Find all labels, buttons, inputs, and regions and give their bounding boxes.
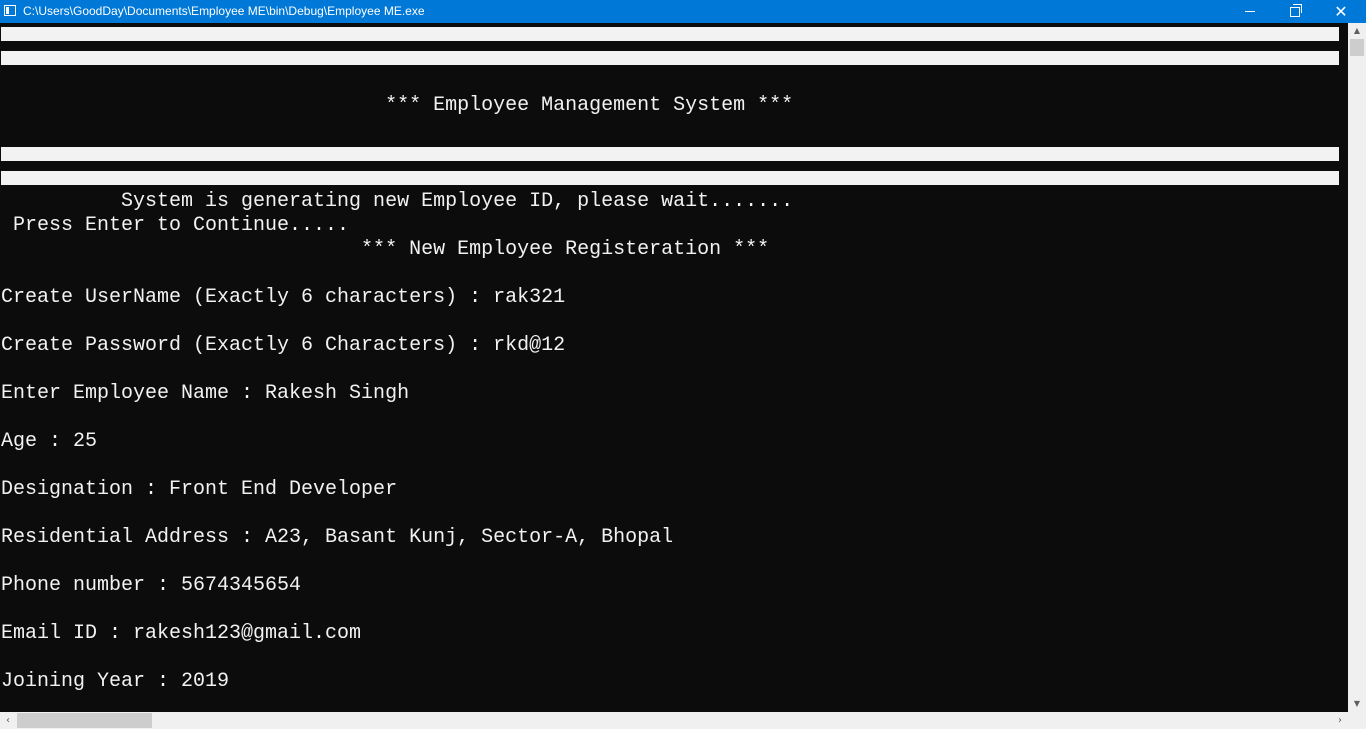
scroll-down-icon[interactable]: ▼: [1348, 696, 1366, 710]
password-line: Create Password (Exactly 6 Characters) :…: [1, 334, 566, 357]
scroll-left-icon[interactable]: ‹: [0, 712, 16, 729]
employee-name-line: Enter Employee Name : Rakesh Singh: [1, 382, 410, 405]
email-line: Email ID : rakesh123@gmail.com: [1, 622, 362, 645]
header-title: *** Employee Management System ***: [1, 94, 794, 117]
phone-line: Phone number : 5674345654: [1, 574, 302, 597]
username-line: Create UserName (Exactly 6 characters) :…: [1, 286, 566, 309]
joining-year-line: Joining Year : 2019: [1, 670, 230, 693]
separator-band: [1, 51, 1339, 65]
horizontal-scrollbar[interactable]: ‹ ›: [0, 712, 1348, 729]
close-button[interactable]: ✕: [1318, 0, 1364, 23]
console-output[interactable]: *** Employee Management System *** Syste…: [0, 23, 1340, 712]
designation-line: Designation : Front End Developer: [1, 478, 398, 501]
registration-title: *** New Employee Registeration ***: [1, 238, 770, 261]
restore-button[interactable]: [1272, 0, 1318, 23]
separator-band: [1, 147, 1339, 161]
generating-message: System is generating new Employee ID, pl…: [1, 190, 794, 213]
address-line: Residential Address : A23, Basant Kunj, …: [1, 526, 674, 549]
console-app-icon[interactable]: [4, 5, 16, 16]
window-titlebar[interactable]: C:\Users\GoodDay\Documents\Employee ME\b…: [0, 0, 1366, 23]
separator-band: [1, 27, 1339, 41]
horizontal-scroll-thumb[interactable]: [17, 713, 152, 728]
scroll-right-icon[interactable]: ›: [1332, 712, 1348, 729]
vertical-scrollbar[interactable]: ▲ ▼: [1348, 23, 1366, 712]
scrollbar-corner: [1348, 712, 1366, 729]
separator-band: [1, 171, 1339, 185]
age-line: Age : 25: [1, 430, 98, 453]
minimize-icon: [1245, 11, 1255, 12]
window-title: C:\Users\GoodDay\Documents\Employee ME\b…: [23, 4, 425, 18]
scroll-up-icon[interactable]: ▲: [1348, 23, 1366, 37]
minimize-button[interactable]: [1227, 0, 1273, 23]
vertical-scroll-thumb[interactable]: [1350, 39, 1364, 56]
press-enter-message: Press Enter to Continue.....: [1, 214, 350, 237]
restore-icon: [1290, 3, 1302, 17]
close-icon: ✕: [1334, 1, 1348, 21]
